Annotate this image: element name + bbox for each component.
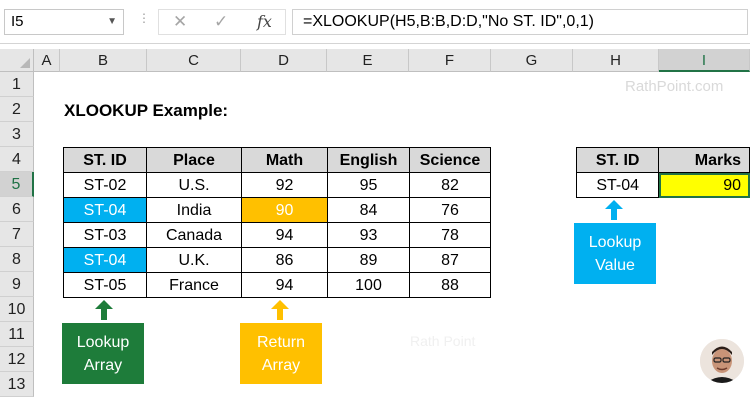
student-table: ST. ID Place Math English Science ST-02 … <box>63 147 491 298</box>
cell-english[interactable]: 93 <box>327 222 410 248</box>
result-cell-active[interactable]: 90 <box>658 172 750 198</box>
callout-line: Array <box>261 356 301 374</box>
watermark-faint-text: Rath Point <box>410 333 476 349</box>
column-header-c[interactable]: C <box>147 49 241 72</box>
cell-place[interactable]: U.S. <box>146 172 242 198</box>
lookup-header-marks[interactable]: Marks <box>658 147 750 173</box>
table-row: ST-04 U.K. 86 89 87 <box>63 247 491 273</box>
formula-input[interactable]: =XLOOKUP(H5,B:B,D:D,"No ST. ID",0,1) <box>292 9 748 35</box>
cell-place[interactable]: Canada <box>146 222 242 248</box>
header-math[interactable]: Math <box>241 147 328 173</box>
cell-st-id[interactable]: ST-05 <box>63 272 147 298</box>
row-header-7[interactable]: 7 <box>0 222 34 247</box>
callout-line: Lookup <box>588 233 642 251</box>
row-header-6[interactable]: 6 <box>0 197 34 222</box>
cell-place[interactable]: France <box>146 272 242 298</box>
arrow-up-cyan-icon <box>605 200 623 220</box>
column-header-e[interactable]: E <box>327 49 409 72</box>
name-box[interactable]: I5 ▼ <box>4 9 124 35</box>
cell-place[interactable]: India <box>146 197 242 223</box>
formula-buttons: ✕ ✓ fx <box>158 9 286 35</box>
column-header-i[interactable]: I <box>659 49 750 72</box>
table-row: ST-05 France 94 100 88 <box>63 272 491 298</box>
row-header-9[interactable]: 9 <box>0 272 34 297</box>
row-header-3[interactable]: 3 <box>0 122 34 147</box>
column-header-b[interactable]: B <box>60 49 147 72</box>
cancel-icon[interactable]: ✕ <box>173 10 187 34</box>
person-icon <box>700 339 744 383</box>
select-all-button[interactable] <box>0 49 34 72</box>
cell-st-id-highlighted[interactable]: ST-04 <box>63 247 147 273</box>
lookup-header-st-id[interactable]: ST. ID <box>575 147 660 173</box>
table-row: ST-03 Canada 94 93 78 <box>63 222 491 248</box>
select-all-triangle-icon <box>20 58 30 68</box>
cell-math[interactable]: 92 <box>241 172 328 198</box>
cell-science[interactable]: 88 <box>409 272 491 298</box>
row-header-10[interactable]: 10 <box>0 297 34 322</box>
callout-line: Value <box>595 256 635 274</box>
sheet-title[interactable]: XLOOKUP Example: <box>64 101 228 121</box>
row-header-11[interactable]: 11 <box>0 322 34 347</box>
table-row: ST-02 U.S. 92 95 82 <box>63 172 491 198</box>
column-header-g[interactable]: G <box>491 49 573 72</box>
cell-place[interactable]: U.K. <box>146 247 242 273</box>
cell-math[interactable]: 94 <box>241 272 328 298</box>
table-row: ST-04 India 90 84 76 <box>63 197 491 223</box>
lookup-array-callout: Lookup Array <box>62 323 144 384</box>
lookup-table: ST. ID Marks ST-04 90 <box>575 147 750 198</box>
insert-function-icon[interactable]: fx <box>257 10 272 34</box>
column-header-d[interactable]: D <box>241 49 327 72</box>
callout-line: Lookup <box>76 333 130 351</box>
lookup-row: ST-04 90 <box>575 172 750 198</box>
cell-science[interactable]: 76 <box>409 197 491 223</box>
lookup-value-cell[interactable]: ST-04 <box>575 172 660 198</box>
header-place[interactable]: Place <box>146 147 242 173</box>
cell-english[interactable]: 84 <box>327 197 410 223</box>
cell-english[interactable]: 100 <box>327 272 410 298</box>
row-header-12[interactable]: 12 <box>0 347 34 372</box>
header-st-id[interactable]: ST. ID <box>63 147 147 173</box>
enter-icon[interactable]: ✓ <box>214 10 228 34</box>
column-header-f[interactable]: F <box>409 49 491 72</box>
row-header-4[interactable]: 4 <box>0 147 34 172</box>
callout-line: Array <box>83 356 123 374</box>
worksheet-grid[interactable]: A B C D E F G H I 1 2 3 4 5 6 7 8 9 10 1… <box>0 49 750 400</box>
formula-bar-grip-icon[interactable]: ⋮ <box>138 12 150 30</box>
table-header-row: ST. ID Place Math English Science <box>63 147 491 173</box>
column-header-h[interactable]: H <box>573 49 659 72</box>
chevron-down-icon[interactable]: ▼ <box>107 10 117 34</box>
row-header-1[interactable]: 1 <box>0 72 34 97</box>
name-box-value: I5 <box>11 13 24 30</box>
formula-bar: I5 ▼ ⋮ ✕ ✓ fx =XLOOKUP(H5,B:B,D:D,"No ST… <box>0 0 750 44</box>
header-english[interactable]: English <box>327 147 410 173</box>
lookup-value-callout: Lookup Value <box>574 223 656 284</box>
cell-st-id-highlighted[interactable]: ST-04 <box>63 197 147 223</box>
callout-line: Return <box>256 333 306 351</box>
arrow-up-green-icon <box>95 300 113 320</box>
column-header-a[interactable]: A <box>34 49 60 72</box>
cell-science[interactable]: 78 <box>409 222 491 248</box>
row-header-5[interactable]: 5 <box>0 172 34 197</box>
cell-st-id[interactable]: ST-03 <box>63 222 147 248</box>
avatar <box>700 339 744 383</box>
row-header-13[interactable]: 13 <box>0 372 34 397</box>
cell-english[interactable]: 95 <box>327 172 410 198</box>
cell-math[interactable]: 86 <box>241 247 328 273</box>
cell-science[interactable]: 87 <box>409 247 491 273</box>
arrow-up-orange-icon <box>271 300 289 320</box>
cell-english[interactable]: 89 <box>327 247 410 273</box>
cell-science[interactable]: 82 <box>409 172 491 198</box>
row-header-8[interactable]: 8 <box>0 247 34 272</box>
row-header-2[interactable]: 2 <box>0 97 34 122</box>
cell-math-highlighted[interactable]: 90 <box>241 197 328 223</box>
cell-st-id[interactable]: ST-02 <box>63 172 147 198</box>
return-array-callout: Return Array <box>240 323 322 384</box>
lookup-header-row: ST. ID Marks <box>575 147 750 173</box>
cell-math[interactable]: 94 <box>241 222 328 248</box>
header-science[interactable]: Science <box>409 147 491 173</box>
watermark-text: RathPoint.com <box>625 78 724 95</box>
